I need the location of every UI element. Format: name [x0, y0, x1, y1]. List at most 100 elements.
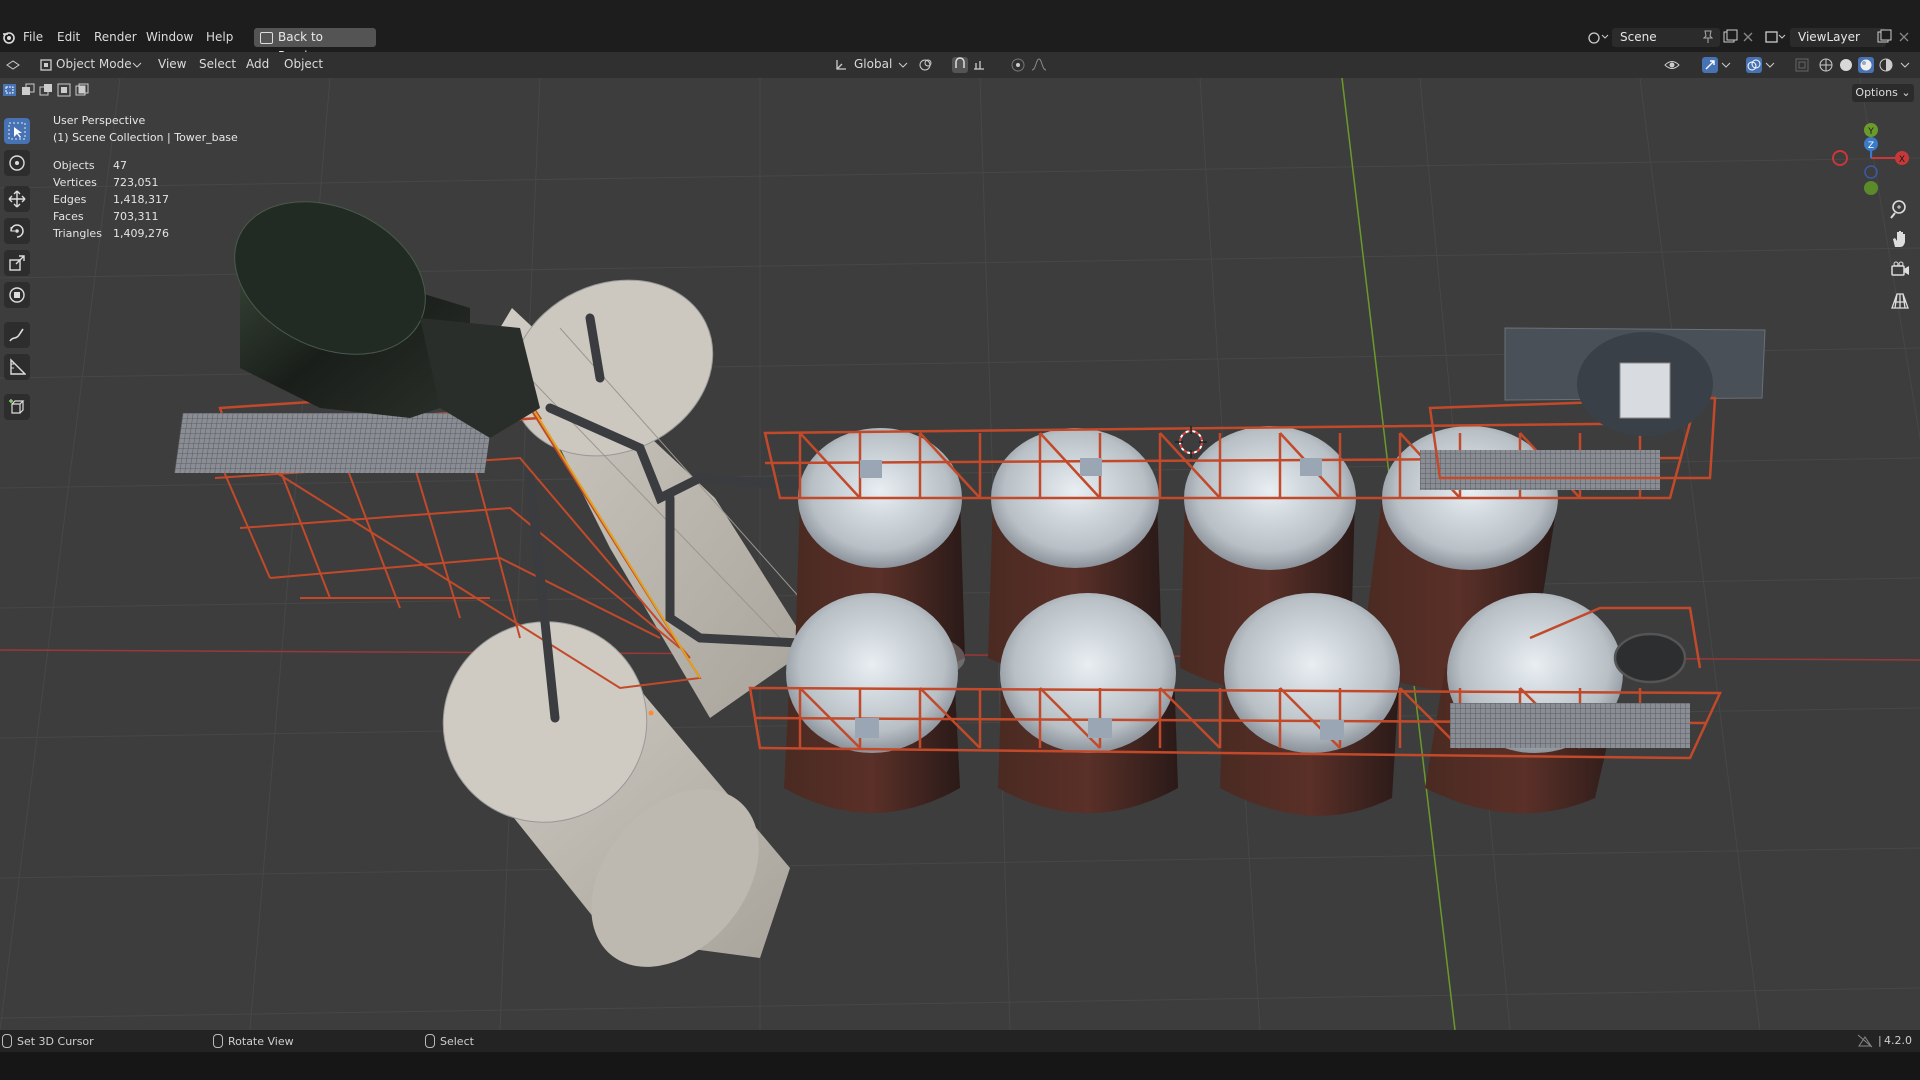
object-mode-icon: [40, 59, 52, 71]
snap-toggle-icon[interactable]: [952, 57, 968, 73]
status-hint-left-click: Set 3D Cursor: [2, 1034, 94, 1048]
mouse-left-icon: [2, 1034, 12, 1048]
stats-label: Triangles: [53, 227, 102, 240]
new-scene-icon[interactable]: [1722, 29, 1738, 45]
menu-edit[interactable]: Edit: [57, 30, 80, 44]
rendered-shading-icon[interactable]: [1878, 57, 1894, 73]
status-hint-label: Rotate View: [228, 1035, 294, 1048]
xray-toggle-icon[interactable]: [1794, 57, 1810, 73]
menu-render[interactable]: Render: [94, 30, 137, 44]
gizmo-x-label: X: [1899, 155, 1905, 165]
wireframe-shading-icon[interactable]: [1818, 57, 1834, 73]
pivot-point-icon[interactable]: [918, 57, 934, 73]
navigation-gizmo[interactable]: Y Z X: [1830, 116, 1916, 196]
mode-label: Object Mode: [56, 57, 132, 71]
select-extend-icon[interactable]: [20, 82, 36, 98]
view-layer-selector-icon[interactable]: [1764, 29, 1786, 45]
select-intersect-icon[interactable]: [74, 82, 90, 98]
viewport-scene[interactable]: [0, 78, 1920, 1030]
new-view-layer-icon[interactable]: [1876, 29, 1892, 45]
annotate-tool[interactable]: [4, 322, 30, 348]
chevron-down-icon[interactable]: [1764, 57, 1780, 73]
menu-select[interactable]: Select: [199, 57, 236, 71]
chevron-down-icon: [132, 62, 142, 68]
rotate-icon: [10, 224, 24, 238]
version-label: 4.2.0: [1884, 1034, 1912, 1047]
menu-help[interactable]: Help: [206, 30, 233, 44]
status-hint-middle-click: Rotate View: [213, 1034, 294, 1048]
transform-tool[interactable]: [4, 282, 30, 308]
stats-value: 47: [113, 159, 127, 172]
viewport-header: Object Mode View Select Add Object Globa…: [0, 52, 1920, 78]
collection-label: (1) Scene Collection | Tower_base: [53, 131, 238, 144]
camera-view-icon[interactable]: [1889, 259, 1911, 281]
cursor-tool[interactable]: [4, 150, 30, 176]
network-disabled-icon[interactable]: [1857, 1034, 1873, 1048]
proportional-editing-icon[interactable]: [1010, 57, 1026, 73]
view-layer-name: ViewLayer: [1798, 30, 1860, 44]
tower-platform-grating: [174, 413, 493, 473]
orientation-label: Global: [854, 57, 893, 71]
snap-target-icon[interactable]: [972, 57, 988, 73]
perspective-label: User Perspective: [53, 114, 146, 127]
menu-window[interactable]: Window: [146, 30, 193, 44]
annotate-pencil-icon: [9, 328, 24, 342]
measure-tool[interactable]: [4, 354, 30, 380]
solid-shading-icon[interactable]: [1838, 57, 1854, 73]
menu-view[interactable]: View: [158, 57, 186, 71]
view-layer-field[interactable]: ViewLayer: [1790, 28, 1886, 47]
stats-value: 1,418,317: [113, 193, 169, 206]
add-cube-tool[interactable]: [4, 394, 30, 420]
top-menu-bar: File Edit Render Window Help Back to Pre…: [0, 24, 1920, 63]
select-box-tool[interactable]: [4, 118, 30, 144]
overlays-toggle-icon[interactable]: [1746, 57, 1762, 73]
select-subtract-icon[interactable]: [38, 82, 54, 98]
select-new-icon[interactable]: [2, 82, 18, 98]
editor-type-icon[interactable]: [4, 57, 20, 73]
menu-object[interactable]: Object: [284, 57, 323, 71]
back-icon: [260, 32, 273, 44]
stats-value: 1,409,276: [113, 227, 169, 240]
selection-mode-group: [0, 82, 96, 98]
gizmo-toggle-icon[interactable]: [1702, 57, 1718, 73]
move-tool[interactable]: [4, 186, 30, 212]
stats-value: 703,311: [113, 210, 159, 223]
chevron-down-icon[interactable]: [1720, 57, 1736, 73]
delete-view-layer-icon[interactable]: [1898, 31, 1910, 43]
3d-viewport[interactable]: User Perspective (1) Scene Collection | …: [0, 78, 1920, 1030]
conveyor-lower-grating: [1450, 703, 1690, 748]
stats-label: Vertices: [53, 176, 97, 189]
material-preview-shading-icon[interactable]: [1858, 57, 1874, 73]
options-label: Options: [1855, 86, 1898, 99]
pan-hand-icon[interactable]: [1889, 228, 1911, 250]
status-hint-label: Set 3D Cursor: [17, 1035, 94, 1048]
blender-logo-icon[interactable]: [2, 30, 16, 44]
pin-icon[interactable]: [1702, 30, 1714, 44]
stats-label: Faces: [53, 210, 84, 223]
gizmo-y-label: Y: [1867, 127, 1874, 137]
stats-label: Objects: [53, 159, 95, 172]
transform-orientation-dropdown[interactable]: Global: [832, 55, 910, 75]
zoom-icon[interactable]: [1889, 198, 1911, 220]
mode-dropdown[interactable]: Object Mode: [36, 55, 144, 75]
visibility-eye-icon[interactable]: [1664, 57, 1680, 73]
scene-name: Scene: [1620, 30, 1657, 44]
transform-icon: [9, 287, 25, 303]
rotate-tool[interactable]: [4, 218, 30, 244]
falloff-icon[interactable]: [1030, 57, 1046, 73]
perspective-toggle-icon[interactable]: [1889, 290, 1911, 312]
delete-scene-icon[interactable]: [1742, 31, 1754, 43]
hopper-bin: [234, 201, 540, 438]
scale-tool[interactable]: [4, 250, 30, 276]
mouse-right-icon: [425, 1034, 435, 1048]
menu-file[interactable]: File: [23, 30, 43, 44]
scene-selector-icon[interactable]: [1587, 29, 1609, 45]
stats-faces: Faces 703,311: [53, 210, 159, 223]
move-icon: [8, 190, 26, 208]
menu-add[interactable]: Add: [246, 57, 269, 71]
version-separator: |: [1878, 1034, 1882, 1047]
select-invert-icon[interactable]: [56, 82, 72, 98]
back-to-previous-button[interactable]: Back to Previous: [254, 28, 376, 63]
chevron-down-icon[interactable]: [1898, 57, 1914, 73]
options-dropdown[interactable]: Options ⌄: [1852, 84, 1914, 102]
